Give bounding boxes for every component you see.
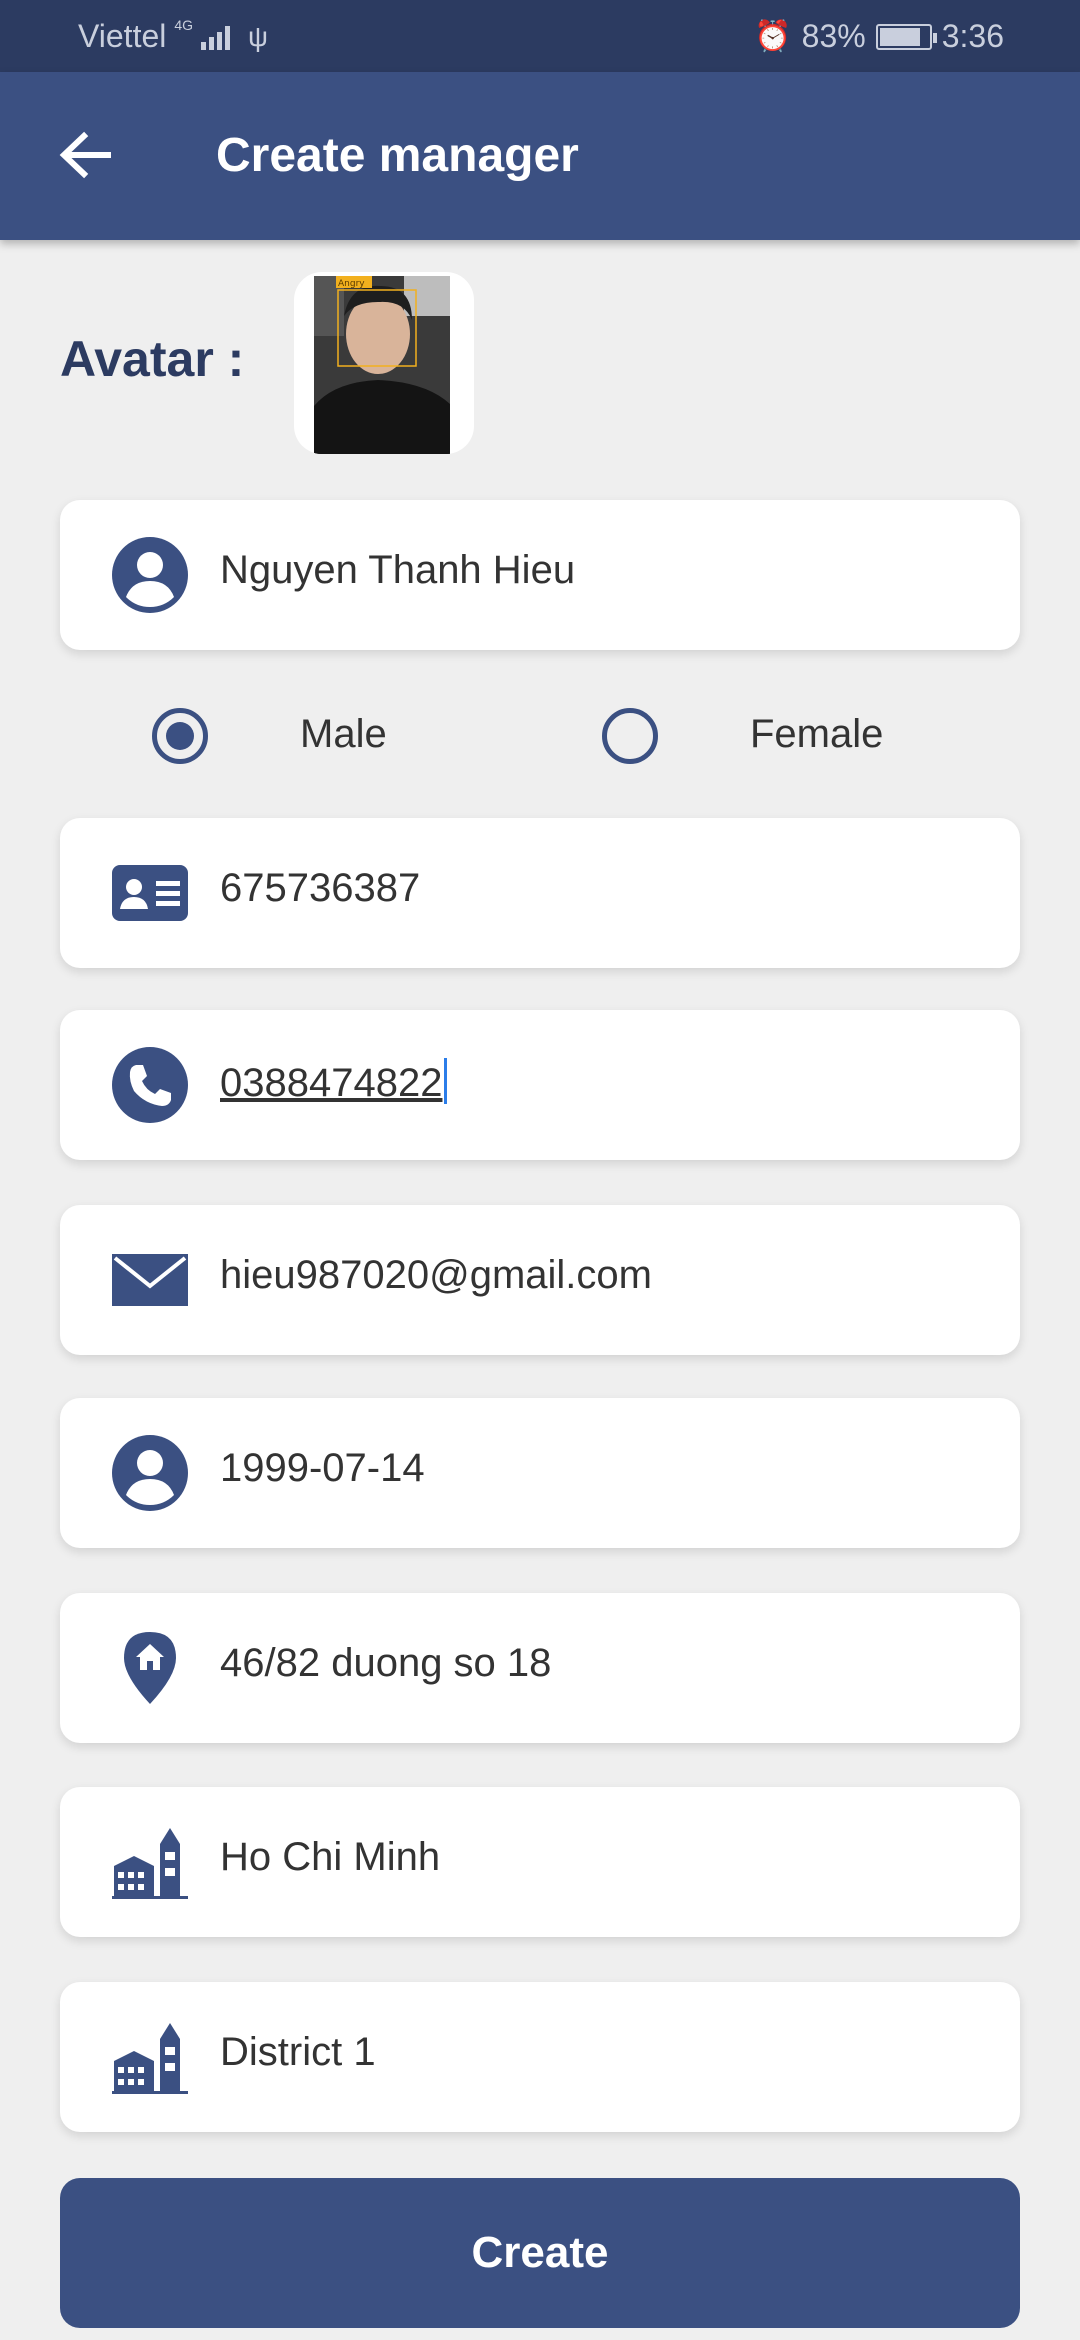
phone-field[interactable]: 0388474822 — [60, 1010, 1020, 1160]
app-bar: Create manager — [0, 72, 1080, 240]
city-building-icon — [112, 2023, 188, 2094]
phone-icon — [112, 1047, 188, 1123]
name-field[interactable]: Nguyen Thanh Hieu — [60, 500, 1020, 650]
text-cursor — [444, 1058, 448, 1104]
avatar-photo: Angry — [314, 276, 450, 454]
id-number-value: 675736387 — [220, 866, 421, 910]
phone-input[interactable]: 0388474822 — [220, 1058, 448, 1106]
email-value: hieu987020@gmail.com — [220, 1253, 652, 1297]
radio-male[interactable] — [152, 708, 208, 764]
battery-icon — [875, 23, 937, 50]
radio-female-label[interactable]: Female — [750, 712, 883, 757]
status-bar: Viettel 4G ψ ⏰ 83% 3:36 — [0, 0, 1080, 72]
city-field[interactable]: Ho Chi Minh — [60, 1787, 1020, 1937]
district-value: District 1 — [220, 2030, 376, 2074]
status-right: ⏰ 83% 3:36 — [754, 18, 1004, 55]
network-type: 4G — [174, 16, 194, 33]
avatar-picker[interactable]: Angry — [294, 272, 474, 454]
city-value: Ho Chi Minh — [220, 1835, 441, 1879]
id-card-icon — [112, 865, 188, 921]
radio-male-label[interactable]: Male — [300, 712, 387, 757]
status-left: Viettel 4G ψ — [78, 16, 269, 55]
back-button[interactable] — [52, 122, 118, 188]
create-button[interactable]: Create — [60, 2178, 1020, 2328]
radio-selected-dot — [166, 722, 194, 750]
avatar-label: Avatar : — [60, 331, 245, 387]
name-value: Nguyen Thanh Hieu — [220, 548, 576, 592]
district-field[interactable]: District 1 — [60, 1982, 1020, 2132]
home-location-icon — [124, 1632, 176, 1704]
avatar-image: Angry — [314, 276, 450, 454]
address-field[interactable]: 46/82 duong so 18 — [60, 1593, 1020, 1743]
id-card-field[interactable]: 675736387 — [60, 818, 1020, 968]
alarm-icon: ⏰ — [754, 20, 792, 53]
gender-selector: Male Female — [0, 700, 1080, 770]
radio-female[interactable] — [602, 708, 658, 764]
signal-icon — [201, 24, 231, 50]
usb-icon: ψ — [248, 20, 269, 52]
birthday-value: 1999-07-14 — [220, 1446, 425, 1490]
carrier-name: Viettel — [78, 18, 167, 54]
arrow-left-icon — [59, 131, 111, 179]
address-value: 46/82 duong so 18 — [220, 1641, 552, 1685]
phone-value: 0388474822 — [220, 1061, 443, 1105]
clock: 3:36 — [941, 18, 1004, 54]
city-building-icon — [112, 1828, 188, 1899]
battery-percent: 83% — [801, 18, 866, 54]
page-title: Create manager — [216, 129, 579, 182]
birthday-field[interactable]: 1999-07-14 — [60, 1398, 1020, 1548]
email-field[interactable]: hieu987020@gmail.com — [60, 1205, 1020, 1355]
user-icon — [112, 1435, 188, 1511]
user-icon — [112, 537, 188, 613]
mail-icon — [112, 1254, 188, 1306]
emotion-tag: Angry — [338, 279, 365, 289]
